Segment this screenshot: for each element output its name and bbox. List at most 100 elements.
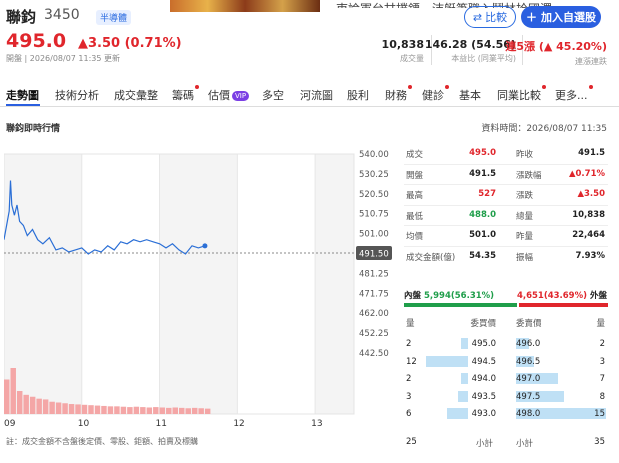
- volume-bar: [153, 407, 159, 414]
- tab-valuation[interactable]: 估價 VIP: [208, 87, 250, 103]
- sector-tag[interactable]: 半導體: [96, 10, 132, 25]
- bid-qty: 12: [406, 356, 417, 367]
- quote-label: 最高: [406, 191, 424, 201]
- metric-value: 146.28 (54.56): [424, 38, 516, 51]
- volume-bar: [94, 405, 101, 414]
- volume-bar: [16, 391, 23, 414]
- vip-badge: VIP: [232, 91, 250, 101]
- x-tick-label: 13: [311, 419, 322, 428]
- ask-qty: 2: [599, 339, 605, 349]
- add-watchlist-label: 加入自選股: [541, 11, 596, 24]
- update-timestamp: 開盤 | 2026/08/07 11:35 更新: [6, 54, 121, 63]
- volume-bar: [75, 404, 81, 414]
- quote-value: 527: [478, 189, 496, 199]
- bid-total: 25: [406, 437, 417, 447]
- active-tab-indicator: [6, 104, 40, 106]
- intraday-chart[interactable]: 540.00 530.25 520.50 510.75 501.00 481.25 471.…: [4, 148, 396, 428]
- tab-chips[interactable]: 籌碼: [172, 85, 199, 103]
- volume-bar: [140, 407, 146, 414]
- volume-bar: [107, 406, 114, 414]
- tab-health[interactable]: 健診: [422, 85, 449, 103]
- tab-more[interactable]: 更多...: [555, 85, 593, 103]
- x-tick-label: 12: [233, 419, 244, 428]
- metric-label: 成交量: [400, 54, 424, 63]
- tab-bull-bear[interactable]: 多空: [262, 87, 284, 103]
- x-tick-label: 09: [4, 419, 16, 428]
- volume-bar: [55, 402, 62, 414]
- volume-bar: [68, 404, 75, 414]
- banner-image[interactable]: [170, 0, 320, 12]
- metric-label: 本益比 (同業平均): [451, 54, 516, 63]
- volume-bar: [179, 407, 185, 414]
- ask-qty: 8: [599, 391, 605, 402]
- quote-value: 501.0: [469, 230, 496, 240]
- inner-pct: (56.31%): [450, 291, 495, 301]
- quote-label: 漲跌幅: [516, 170, 542, 181]
- quote-label: 均價: [406, 232, 424, 242]
- volume-bar: [198, 408, 204, 414]
- y-tick-label: 452.25: [359, 329, 389, 339]
- metric-value: 10,838: [381, 38, 424, 51]
- compare-icon: ⇄: [472, 10, 483, 24]
- quote-label: 開盤: [406, 170, 424, 181]
- volume-bar: [172, 407, 178, 414]
- ob-header: 委買價: [470, 319, 496, 329]
- banner-text[interactable]: 東論軍台甘撲鏢，沛艇筆職入鬪林拾國澤: [336, 0, 552, 8]
- volume-bar: [114, 406, 120, 414]
- tab-trend[interactable]: 走勢圖: [6, 87, 39, 103]
- ask-price: 496.5: [516, 356, 541, 367]
- y-tick-label: 530.25: [359, 170, 389, 180]
- outer-ratio-bar: [519, 303, 608, 307]
- price-change: ▲3.50 (0.71%): [78, 36, 182, 51]
- tab-technical[interactable]: 技術分析: [55, 87, 99, 103]
- tab-peer[interactable]: 同業比較: [497, 85, 546, 103]
- ask-qty: 3: [599, 356, 605, 367]
- notification-dot: [588, 85, 593, 89]
- quote-value: 491.5: [578, 148, 605, 158]
- row-divider: [404, 204, 608, 206]
- tab-trades[interactable]: 成交彙整: [114, 87, 158, 103]
- y-tick-label: 471.75: [359, 289, 389, 299]
- y-tick-label: 540.00: [359, 150, 389, 160]
- bid-price: 495.0: [471, 339, 496, 349]
- compare-button[interactable]: ⇄ 比較: [464, 6, 516, 28]
- outer-volume: 4,651(43.69%) 外盤: [517, 289, 607, 301]
- ask-price: 497.0: [516, 374, 541, 384]
- quote-value: 7.93%: [575, 250, 606, 261]
- section-title: 聯鈞即時行情: [6, 124, 61, 134]
- volume-bar: [49, 401, 55, 414]
- row-divider: [404, 245, 608, 247]
- y-tick-label: 462.00: [359, 309, 389, 319]
- ask-price: 498.0: [516, 409, 541, 419]
- compare-label: 比較: [485, 11, 508, 24]
- tab-financials[interactable]: 財務: [385, 85, 412, 103]
- plus-icon: ＋: [526, 11, 537, 24]
- tab-river[interactable]: 河流圖: [300, 87, 333, 103]
- metric-value: 連5漲 (▲ 45.20%): [505, 40, 607, 53]
- quote-label: 昨收: [516, 150, 534, 160]
- y-tick-label: 442.50: [359, 349, 389, 359]
- quote-label: 振幅: [516, 252, 534, 263]
- bid-price: 494.5: [471, 356, 496, 367]
- volume-bar: [36, 398, 42, 414]
- reference-label: 491.50: [359, 249, 389, 259]
- quote-value: 10,838: [572, 209, 605, 220]
- tab-dividend[interactable]: 股利: [347, 87, 369, 103]
- tab-bar: 走勢圖 技術分析 成交彙整 籌碼 估價 VIP 多空 河流圖 股利 財務 健診 基…: [0, 84, 619, 107]
- tab-basic[interactable]: 基本: [459, 87, 481, 103]
- x-tick-label: 10: [78, 419, 90, 428]
- ask-qty: 7: [599, 374, 605, 384]
- ask-qty: 15: [594, 409, 605, 419]
- stock-code: 3450: [44, 7, 80, 23]
- volume-bar: [23, 394, 29, 414]
- ask-total: 35: [594, 437, 605, 447]
- add-watchlist-button[interactable]: ＋ 加入自選股: [521, 6, 601, 28]
- quote-value: 488.0: [469, 209, 496, 220]
- quote-value: 495.0: [469, 148, 496, 158]
- bid-qty: 2: [406, 339, 412, 349]
- last-price-point: [202, 243, 208, 249]
- y-tick-label: 520.50: [359, 190, 389, 200]
- quote-value: ▲3.50: [577, 189, 605, 199]
- volume-bar: [29, 396, 36, 414]
- inner-value: 5,994: [423, 291, 451, 301]
